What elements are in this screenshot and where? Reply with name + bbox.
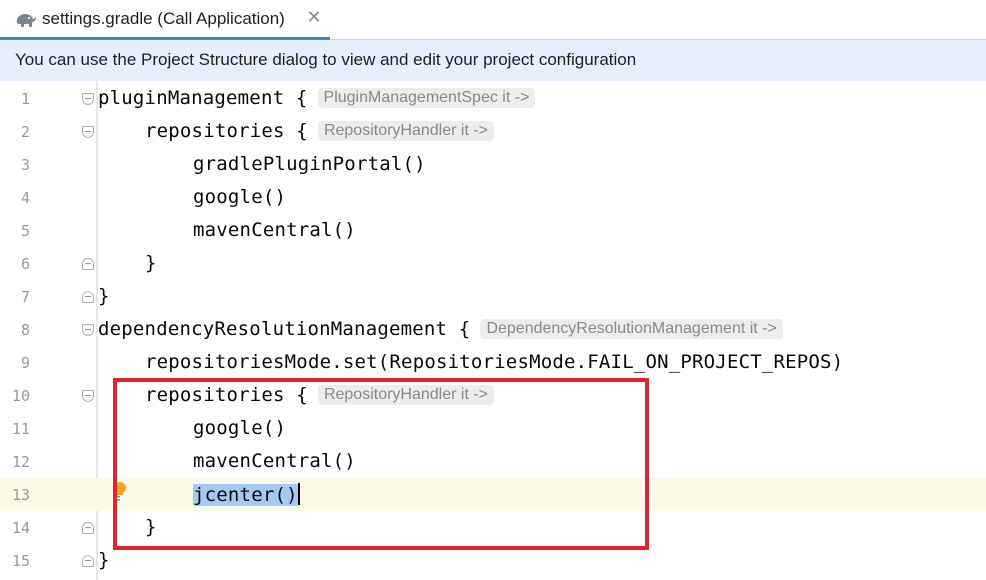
- code-text: }: [145, 252, 157, 274]
- line-number: 2: [20, 123, 30, 141]
- code-text: dependencyResolutionManagement { Dependen…: [98, 318, 783, 340]
- code-text: repositories { RepositoryHandler it ->: [145, 120, 495, 142]
- line-number: 1: [20, 90, 30, 108]
- fold-collapse-icon[interactable]: [82, 126, 94, 138]
- inlay-hint[interactable]: PluginManagementSpec it ->: [317, 88, 536, 108]
- fold-end-icon[interactable]: [82, 555, 94, 567]
- gradle-elephant-icon: [16, 14, 36, 27]
- line-number: 6: [20, 255, 30, 273]
- inlay-hint[interactable]: RepositoryHandler it ->: [317, 121, 495, 141]
- code-line[interactable]: 4 google(): [0, 181, 986, 214]
- code-token: pluginManagement {: [98, 87, 308, 109]
- code-line[interactable]: 8 dependencyResolutionManagement { Depend…: [0, 313, 986, 346]
- line-number: 8: [20, 321, 30, 339]
- line-number: 14: [11, 519, 30, 537]
- tab-title: settings.gradle (Call Application): [42, 9, 285, 28]
- close-icon[interactable]: ✕: [306, 8, 322, 28]
- line-number: 13: [11, 486, 30, 504]
- line-number: 11: [11, 420, 30, 438]
- tab-settings-gradle[interactable]: settings.gradle (Call Application) ✕: [0, 0, 330, 40]
- line-number: 3: [20, 156, 30, 174]
- fold-end-icon[interactable]: [82, 522, 94, 534]
- line-number: 12: [11, 453, 30, 471]
- fold-collapse-icon[interactable]: [82, 93, 94, 105]
- code-text: google(): [193, 186, 287, 208]
- line-number: 9: [20, 354, 30, 372]
- line-number: 15: [11, 552, 30, 570]
- fold-collapse-icon[interactable]: [82, 390, 94, 402]
- code-line[interactable]: 6 }: [0, 247, 986, 280]
- fold-end-icon[interactable]: [82, 258, 94, 270]
- code-line[interactable]: 7 }: [0, 280, 986, 313]
- code-text: mavenCentral(): [193, 219, 356, 241]
- code-token: dependencyResolutionManagement {: [98, 318, 471, 340]
- code-text: pluginManagement { PluginManagementSpec i…: [98, 87, 536, 109]
- code-line[interactable]: 1 pluginManagement { PluginManagementSpec…: [0, 82, 986, 115]
- code-line[interactable]: 5 mavenCentral(): [0, 214, 986, 247]
- highlight-annotation-box: [113, 378, 649, 550]
- code-line[interactable]: 2 repositories { RepositoryHandler it ->: [0, 115, 986, 148]
- code-text: }: [98, 285, 110, 307]
- code-token: repositories {: [145, 120, 308, 142]
- code-text: }: [98, 549, 110, 571]
- project-structure-banner: You can use the Project Structure dialog…: [0, 40, 986, 81]
- fold-end-icon[interactable]: [82, 291, 94, 303]
- editor-tab-bar: settings.gradle (Call Application) ✕: [0, 0, 986, 40]
- code-text: gradlePluginPortal(): [193, 153, 426, 175]
- code-line[interactable]: 9 repositoriesMode.set(RepositoriesMode.…: [0, 346, 986, 379]
- code-text: repositoriesMode.set(RepositoriesMode.FA…: [145, 351, 844, 373]
- code-line[interactable]: 3 gradlePluginPortal(): [0, 148, 986, 181]
- line-number: 4: [20, 189, 30, 207]
- line-number: 10: [11, 387, 30, 405]
- fold-collapse-icon[interactable]: [82, 324, 94, 336]
- line-number: 7: [20, 288, 30, 306]
- inlay-hint[interactable]: DependencyResolutionManagement it ->: [480, 319, 783, 339]
- line-number: 5: [20, 222, 30, 240]
- banner-text: You can use the Project Structure dialog…: [15, 50, 637, 69]
